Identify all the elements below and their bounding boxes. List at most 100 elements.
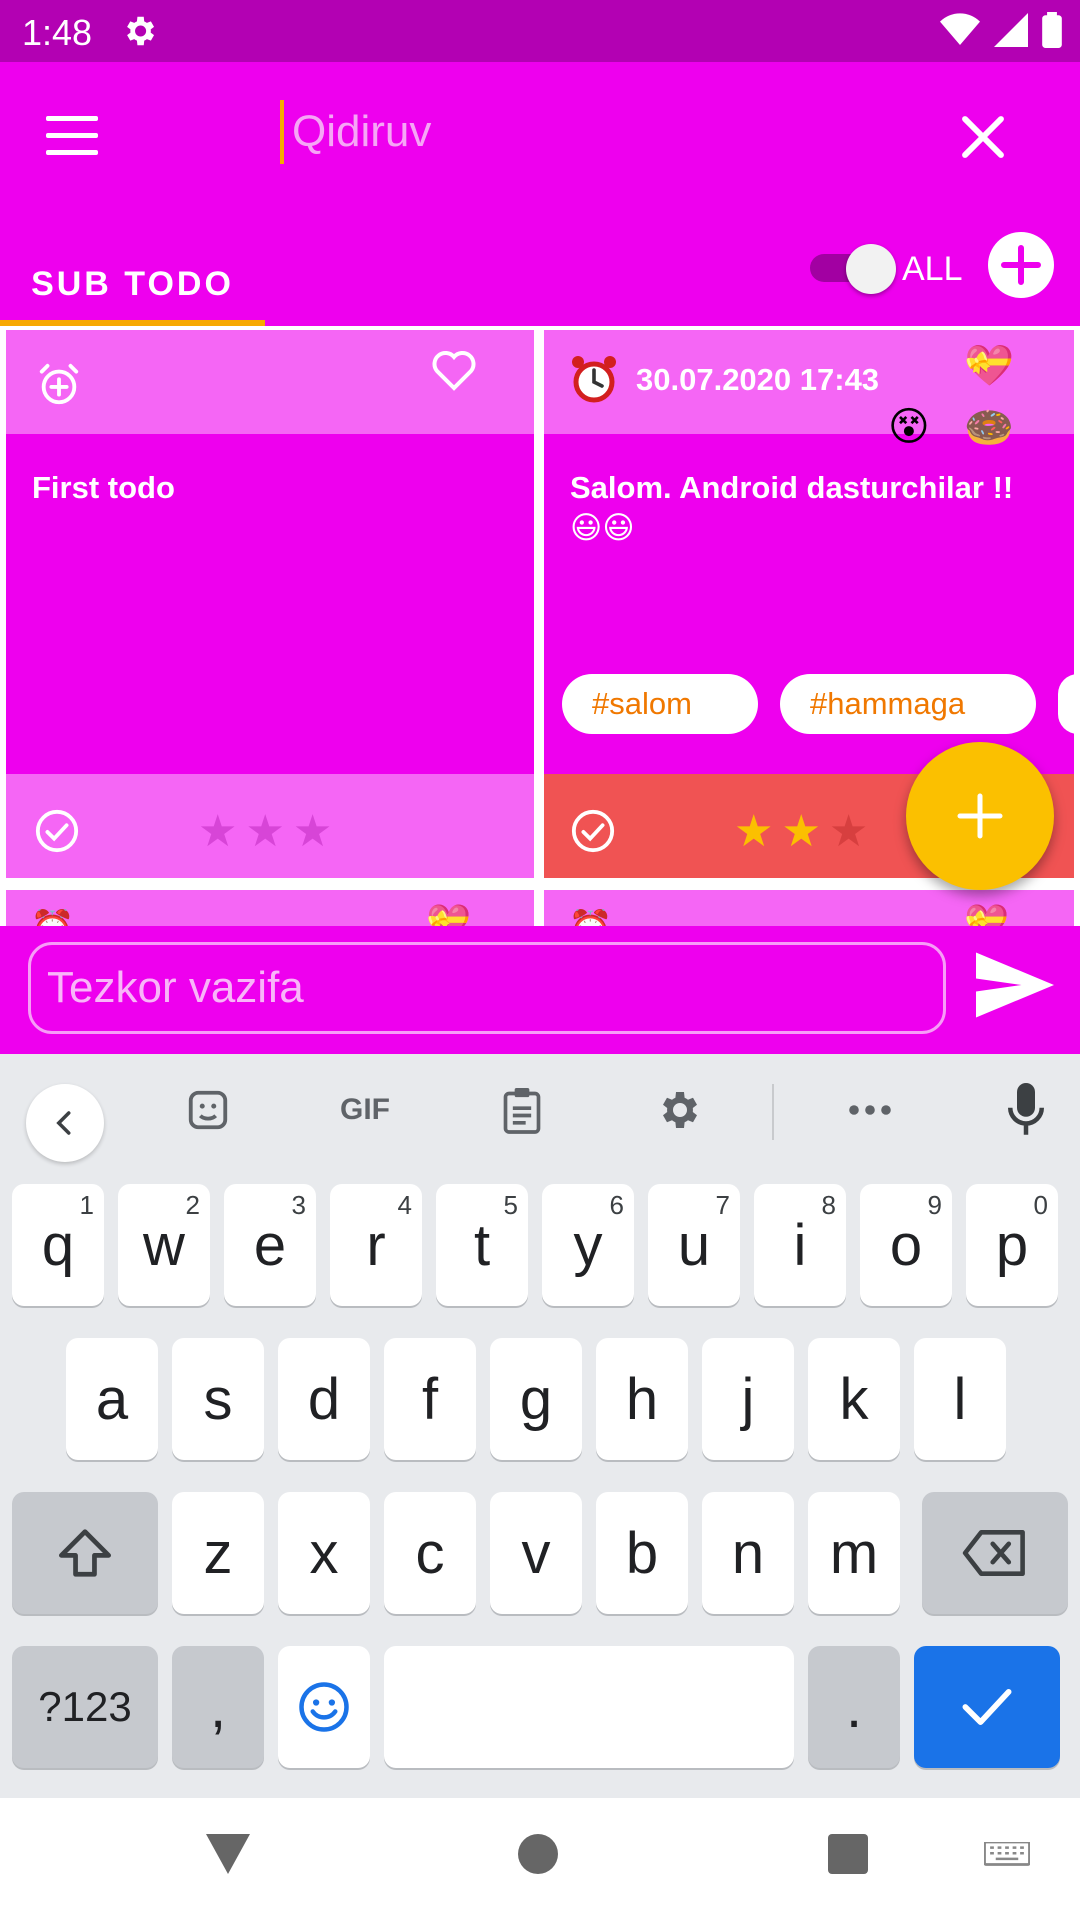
tab-sub-todo[interactable]: SUB TODO <box>0 242 265 326</box>
app-bar: SUB TODO ALL <box>0 62 1080 326</box>
tag-chip[interactable]: #hammaga <box>780 674 1036 734</box>
key-d[interactable]: d <box>278 1338 370 1460</box>
rating-stars[interactable]: ★ ★ ★ <box>734 810 868 854</box>
key-o[interactable]: o9 <box>860 1184 952 1306</box>
keyboard-back-button[interactable] <box>26 1084 104 1162</box>
key-i[interactable]: i8 <box>754 1184 846 1306</box>
key-t[interactable]: t5 <box>436 1184 528 1306</box>
todo-card-partial[interactable]: ⏰ 💝 <box>544 890 1074 926</box>
key-s[interactable]: s <box>172 1338 264 1460</box>
enter-key[interactable] <box>914 1646 1060 1768</box>
key-b[interactable]: b <box>596 1492 688 1614</box>
donut-icon: 🍩 <box>964 406 1014 450</box>
close-icon[interactable] <box>956 110 1010 164</box>
heart-gift-icon: 💝 <box>964 902 1009 926</box>
system-nav-bar <box>0 1798 1080 1920</box>
emoji-key[interactable] <box>278 1646 370 1768</box>
toolbar-divider <box>772 1084 774 1140</box>
key-e[interactable]: e3 <box>224 1184 316 1306</box>
keyboard-settings-button[interactable] <box>650 1082 706 1138</box>
todo-card[interactable]: First todo ★ ★ ★ <box>6 330 534 878</box>
tag-chip-partial[interactable] <box>1058 674 1080 734</box>
more-button[interactable] <box>842 1082 898 1138</box>
key-w[interactable]: w2 <box>118 1184 210 1306</box>
quick-task-input[interactable] <box>28 942 946 1034</box>
star-icon[interactable]: ★ <box>781 810 820 854</box>
alarm-clock-icon: ⏰ <box>568 908 613 926</box>
wifi-icon <box>940 13 980 45</box>
check-icon <box>962 1689 1012 1725</box>
comma-key[interactable]: , <box>172 1646 264 1768</box>
clipboard-button[interactable] <box>494 1082 550 1138</box>
key-f[interactable]: f <box>384 1338 476 1460</box>
voice-input-button[interactable] <box>998 1082 1054 1138</box>
key-y[interactable]: y6 <box>542 1184 634 1306</box>
plus-icon <box>1001 245 1041 285</box>
key-z[interactable]: z <box>172 1492 264 1614</box>
key-x[interactable]: x <box>278 1492 370 1614</box>
back-triangle-icon[interactable] <box>206 1834 250 1874</box>
card-title: First todo <box>32 470 175 505</box>
key-r[interactable]: r4 <box>330 1184 422 1306</box>
reminder-date: 30.07.2020 17:43 <box>636 362 880 397</box>
star-icon[interactable]: ★ <box>198 810 237 854</box>
alarm-clock-icon[interactable] <box>570 354 618 406</box>
gif-button[interactable]: GIF <box>330 1082 400 1138</box>
keyboard-toolbar: GIF <box>0 1054 1080 1164</box>
heart-icon[interactable] <box>430 348 478 392</box>
check-circle-icon[interactable] <box>34 808 80 854</box>
hamburger-icon[interactable] <box>46 116 98 156</box>
backspace-key[interactable] <box>922 1492 1068 1614</box>
shift-icon <box>59 1529 111 1577</box>
search-input[interactable] <box>280 100 934 164</box>
card-title: Salom. Android dasturchilar !! 😃😃 <box>570 470 1014 545</box>
home-circle-icon[interactable] <box>518 1834 558 1874</box>
settings-gear-icon <box>127 16 155 46</box>
check-circle-icon[interactable] <box>570 808 616 854</box>
key-n[interactable]: n <box>702 1492 794 1614</box>
status-bar: 1:48 <box>0 0 1080 62</box>
rating-stars[interactable]: ★ ★ ★ <box>198 810 332 854</box>
all-toggle[interactable] <box>806 240 896 294</box>
key-p[interactable]: p0 <box>966 1184 1058 1306</box>
key-q[interactable]: q1 <box>12 1184 104 1306</box>
key-a[interactable]: a <box>66 1338 158 1460</box>
key-v[interactable]: v <box>490 1492 582 1614</box>
quick-task-bar <box>0 926 1080 1054</box>
key-l[interactable]: l <box>914 1338 1006 1460</box>
plus-icon <box>957 793 1003 839</box>
send-icon[interactable] <box>976 952 1054 1018</box>
status-time: 1:48 <box>22 12 93 53</box>
add-button[interactable] <box>988 232 1054 298</box>
star-icon[interactable]: ★ <box>734 810 773 854</box>
keyboard-switch-icon[interactable] <box>984 1842 1030 1872</box>
gif-label: GIF <box>340 1093 390 1126</box>
key-u[interactable]: u7 <box>648 1184 740 1306</box>
clipboard-icon <box>503 1088 541 1134</box>
todo-card-partial[interactable]: ⏰ 💝 <box>6 890 534 926</box>
more-icon <box>849 1105 891 1115</box>
star-icon[interactable]: ★ <box>293 810 332 854</box>
key-c[interactable]: c <box>384 1492 476 1614</box>
dizzy-face-icon: 😵 <box>888 405 930 449</box>
heart-gift-icon[interactable]: 💝 <box>964 342 1014 389</box>
alarm-add-icon[interactable] <box>36 362 82 408</box>
star-icon[interactable]: ★ <box>829 810 868 854</box>
sticker-button[interactable] <box>180 1082 236 1138</box>
key-j[interactable]: j <box>702 1338 794 1460</box>
sticker-icon <box>188 1090 228 1130</box>
shift-key[interactable] <box>12 1492 158 1614</box>
symbols-key[interactable]: ?123 <box>12 1646 158 1768</box>
key-g[interactable]: g <box>490 1338 582 1460</box>
add-todo-fab[interactable] <box>906 742 1054 890</box>
chevron-left-icon <box>56 1111 71 1135</box>
recents-square-icon[interactable] <box>828 1834 868 1874</box>
star-icon[interactable]: ★ <box>245 810 284 854</box>
tag-chip[interactable]: #salom <box>562 674 758 734</box>
key-k[interactable]: k <box>808 1338 900 1460</box>
period-key[interactable]: . <box>808 1646 900 1768</box>
space-key[interactable] <box>384 1646 794 1768</box>
alarm-clock-icon: ⏰ <box>30 908 75 926</box>
key-h[interactable]: h <box>596 1338 688 1460</box>
key-m[interactable]: m <box>808 1492 900 1614</box>
